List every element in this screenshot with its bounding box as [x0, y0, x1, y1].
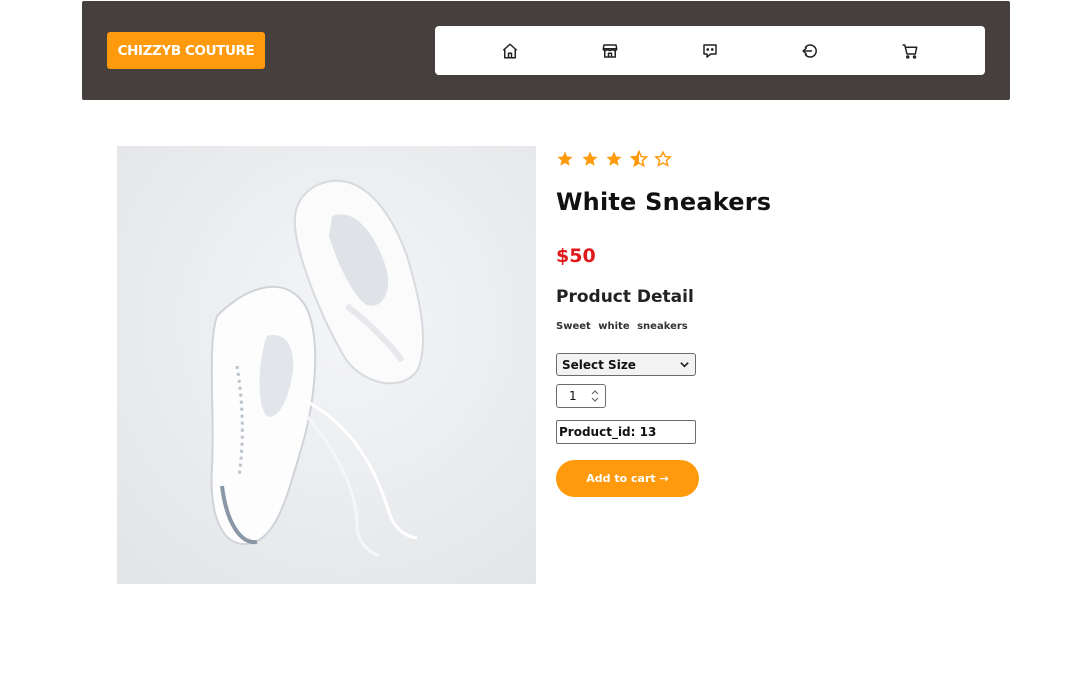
main-nav — [435, 26, 985, 75]
star-full-icon — [605, 150, 623, 168]
star-full-icon — [556, 150, 574, 168]
product-title: White Sneakers — [556, 188, 772, 216]
star-empty-icon — [654, 150, 673, 168]
size-select-value: Select Size — [562, 357, 636, 372]
store-icon[interactable] — [599, 40, 621, 62]
home-icon[interactable] — [499, 40, 521, 62]
spinner-arrows-icon[interactable] — [590, 388, 600, 404]
star-rating — [556, 150, 679, 170]
product-detail-heading: Product Detail — [556, 287, 694, 307]
product-id-field[interactable]: Product_id: 13 — [556, 420, 696, 444]
product-price: $50 — [556, 245, 596, 267]
product-description: Sweet white sneakers — [556, 321, 688, 332]
star-full-icon — [581, 150, 599, 168]
cart-icon[interactable] — [899, 40, 921, 62]
add-to-cart-button[interactable]: Add to cart → — [556, 460, 699, 497]
site-header: CHIZZYB COUTURE — [82, 1, 1010, 100]
quantity-stepper[interactable]: 1 — [556, 384, 606, 408]
quantity-value: 1 — [569, 389, 577, 403]
brand-logo[interactable]: CHIZZYB COUTURE — [107, 32, 265, 69]
star-half-icon — [629, 150, 648, 168]
chevron-down-icon — [680, 362, 689, 368]
chat-icon[interactable] — [699, 40, 721, 62]
logout-icon[interactable] — [799, 40, 821, 62]
size-select[interactable]: Select Size — [556, 353, 696, 376]
product-image — [117, 146, 536, 584]
